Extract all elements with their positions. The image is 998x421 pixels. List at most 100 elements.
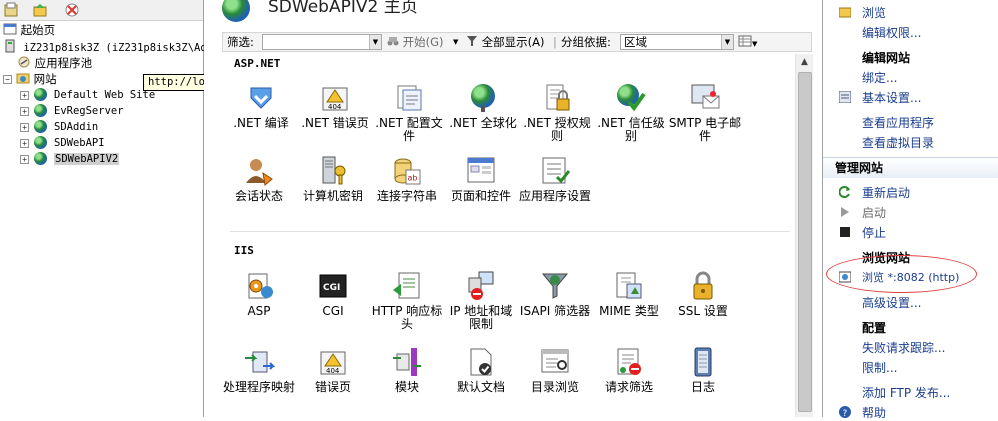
- feature-isapi-filters[interactable]: ISAPI 筛选器: [518, 270, 592, 318]
- tree-item-sites[interactable]: − 网站: [3, 71, 57, 87]
- tree-item-site-selected[interactable]: + SDWebAPIV2: [20, 151, 120, 167]
- connections-tree-pane: 起始页 iZ231p8isk3Z (iZ231p8isk3Z\Admi 应用程序…: [0, 0, 219, 417]
- tree-item-site[interactable]: + SDWebAPI: [20, 135, 105, 151]
- app-pool-icon: [18, 56, 30, 68]
- feature-error-pages[interactable]: 404 错误页: [296, 346, 370, 394]
- directory-browsing-icon: [539, 346, 571, 378]
- group-by-value: 区域: [624, 35, 647, 49]
- feature-dotnet-globalization[interactable]: .NET 全球化: [446, 82, 520, 130]
- feature-ip-restrictions[interactable]: IP 地址和域限制: [444, 270, 518, 331]
- error-pages-icon: 404: [317, 346, 349, 378]
- start-dropdown-icon[interactable]: ▼: [453, 34, 458, 51]
- start-link[interactable]: 启动: [862, 204, 886, 221]
- scroll-up-icon[interactable]: ▲: [796, 54, 813, 71]
- advanced-settings-link[interactable]: 高级设置...: [862, 294, 921, 311]
- filter-toolbar: 筛选: ▼ 开始(G) ▼ 全部显示(A) | 分组依据: 区域 ▼ ▼: [222, 32, 812, 52]
- ip-restrictions-icon: [465, 270, 497, 302]
- feature-smtp-email[interactable]: SMTP 电子邮件: [668, 82, 742, 143]
- pages-controls-icon: [465, 155, 497, 187]
- show-all-button[interactable]: 全部显示(A): [466, 34, 545, 51]
- expand-icon[interactable]: +: [20, 91, 29, 100]
- feature-dotnet-authorization[interactable]: .NET 授权规则: [520, 82, 594, 143]
- dotnet-trust-levels-icon: [615, 82, 647, 114]
- tree-item-label: EvRegServer: [54, 105, 124, 117]
- feature-http-response-headers[interactable]: HTTP 响应标头: [370, 270, 444, 331]
- feature-dotnet-error-pages[interactable]: 404 .NET 错误页: [298, 82, 372, 130]
- feature-mime-types[interactable]: MIME 类型: [592, 270, 666, 318]
- view-mode-button[interactable]: ▼: [738, 34, 757, 51]
- filter-input[interactable]: ▼: [262, 34, 382, 50]
- feature-app-settings[interactable]: 应用程序设置: [518, 155, 592, 203]
- feature-connection-strings[interactable]: ab 连接字符串: [370, 155, 444, 203]
- manage-site-header[interactable]: 管理网站: [835, 159, 998, 177]
- feature-pages-controls[interactable]: 页面和控件: [444, 155, 518, 203]
- expand-icon[interactable]: +: [20, 155, 29, 164]
- basic-settings-link[interactable]: 基本设置...: [862, 89, 921, 106]
- expand-icon[interactable]: +: [20, 123, 29, 132]
- logging-icon: [687, 346, 719, 378]
- feature-dotnet-trust-levels[interactable]: .NET 信任级别: [594, 82, 668, 143]
- feature-asp[interactable]: ASP: [222, 270, 296, 318]
- feature-modules[interactable]: 模块: [370, 346, 444, 394]
- limits-link[interactable]: 限制...: [862, 359, 897, 376]
- basic-settings-icon: [838, 90, 852, 104]
- feature-directory-browsing[interactable]: 目录浏览: [518, 346, 592, 394]
- add-ftp-publishing-link[interactable]: 添加 FTP 发布...: [862, 384, 950, 401]
- default-document-icon: [465, 346, 497, 378]
- feature-request-filtering[interactable]: 请求筛选: [592, 346, 666, 394]
- tree-item-app-pools[interactable]: 应用程序池: [17, 55, 92, 71]
- feature-cgi[interactable]: CGI CGI: [296, 270, 370, 318]
- save-connection-icon[interactable]: [3, 2, 19, 18]
- feature-dotnet-compile[interactable]: .NET 编译: [224, 82, 298, 130]
- binoculars-icon: [387, 37, 399, 46]
- tree-item-start-page[interactable]: 起始页: [3, 22, 55, 38]
- collapse-icon[interactable]: −: [3, 75, 12, 84]
- site-globe-icon: [34, 152, 47, 165]
- site-globe-icon: [34, 104, 47, 117]
- disconnect-icon[interactable]: [64, 2, 80, 18]
- stop-icon: [839, 226, 851, 238]
- failed-request-tracing-link[interactable]: 失败请求跟踪...: [862, 339, 945, 356]
- help-link[interactable]: 帮助: [862, 404, 886, 421]
- session-state-icon: [243, 155, 275, 187]
- stop-link[interactable]: 停止: [862, 224, 886, 241]
- edit-permissions-link[interactable]: 编辑权限...: [862, 24, 921, 41]
- dotnet-globalization-icon: [467, 82, 499, 114]
- group-by-label: 分组依据:: [561, 35, 611, 49]
- expand-icon[interactable]: +: [20, 139, 29, 148]
- feature-handler-mappings[interactable]: 处理程序映射: [222, 346, 296, 394]
- actions-pane: 浏览 编辑权限... 编辑网站 绑定... 基本设置... 查看应用程序 查看虚…: [822, 0, 998, 420]
- view-virtual-directories-link[interactable]: 查看虚拟目录: [862, 134, 934, 151]
- bindings-link[interactable]: 绑定...: [862, 69, 897, 86]
- edit-site-header: 编辑网站: [862, 51, 911, 65]
- sites-folder-icon: [16, 73, 30, 84]
- expand-icon[interactable]: +: [20, 107, 29, 116]
- scrollbar-thumb[interactable]: [798, 72, 812, 412]
- tree-item-label: 起始页: [20, 23, 56, 37]
- view-mode-icon: [738, 35, 752, 47]
- configure-header: 配置: [862, 321, 887, 335]
- http-headers-icon: [391, 270, 423, 302]
- tree-item-site[interactable]: + EvRegServer: [20, 103, 124, 119]
- section-divider: [230, 231, 790, 232]
- connect-icon[interactable]: [32, 2, 48, 18]
- vertical-scrollbar[interactable]: ▲: [795, 54, 813, 417]
- feature-machine-key[interactable]: 计算机密钥: [296, 155, 370, 203]
- explore-link[interactable]: 浏览: [862, 4, 886, 21]
- tree-item-site[interactable]: + SDAddin: [20, 119, 98, 135]
- feature-logging[interactable]: 日志: [666, 346, 740, 394]
- view-applications-link[interactable]: 查看应用程序: [862, 114, 934, 131]
- tree-item-label: Default Web Site: [54, 89, 156, 101]
- restart-link[interactable]: 重新启动: [862, 184, 910, 201]
- feature-ssl-settings[interactable]: SSL 设置: [666, 270, 740, 318]
- feature-session-state[interactable]: 会话状态: [222, 155, 296, 203]
- feature-dotnet-profile[interactable]: .NET 配置文件: [372, 82, 446, 143]
- dropdown-arrow-icon[interactable]: ▼: [721, 35, 733, 49]
- tree-toolbar: [0, 0, 203, 21]
- svg-text:404: 404: [326, 367, 340, 375]
- group-by-select[interactable]: 区域 ▼: [620, 34, 734, 50]
- tree-item-server[interactable]: iZ231p8isk3Z (iZ231p8isk3Z\Admi: [3, 39, 219, 55]
- start-filter-button[interactable]: 开始(G): [387, 34, 444, 51]
- feature-default-document[interactable]: 默认文档: [444, 346, 518, 394]
- dropdown-arrow-icon[interactable]: ▼: [369, 35, 381, 49]
